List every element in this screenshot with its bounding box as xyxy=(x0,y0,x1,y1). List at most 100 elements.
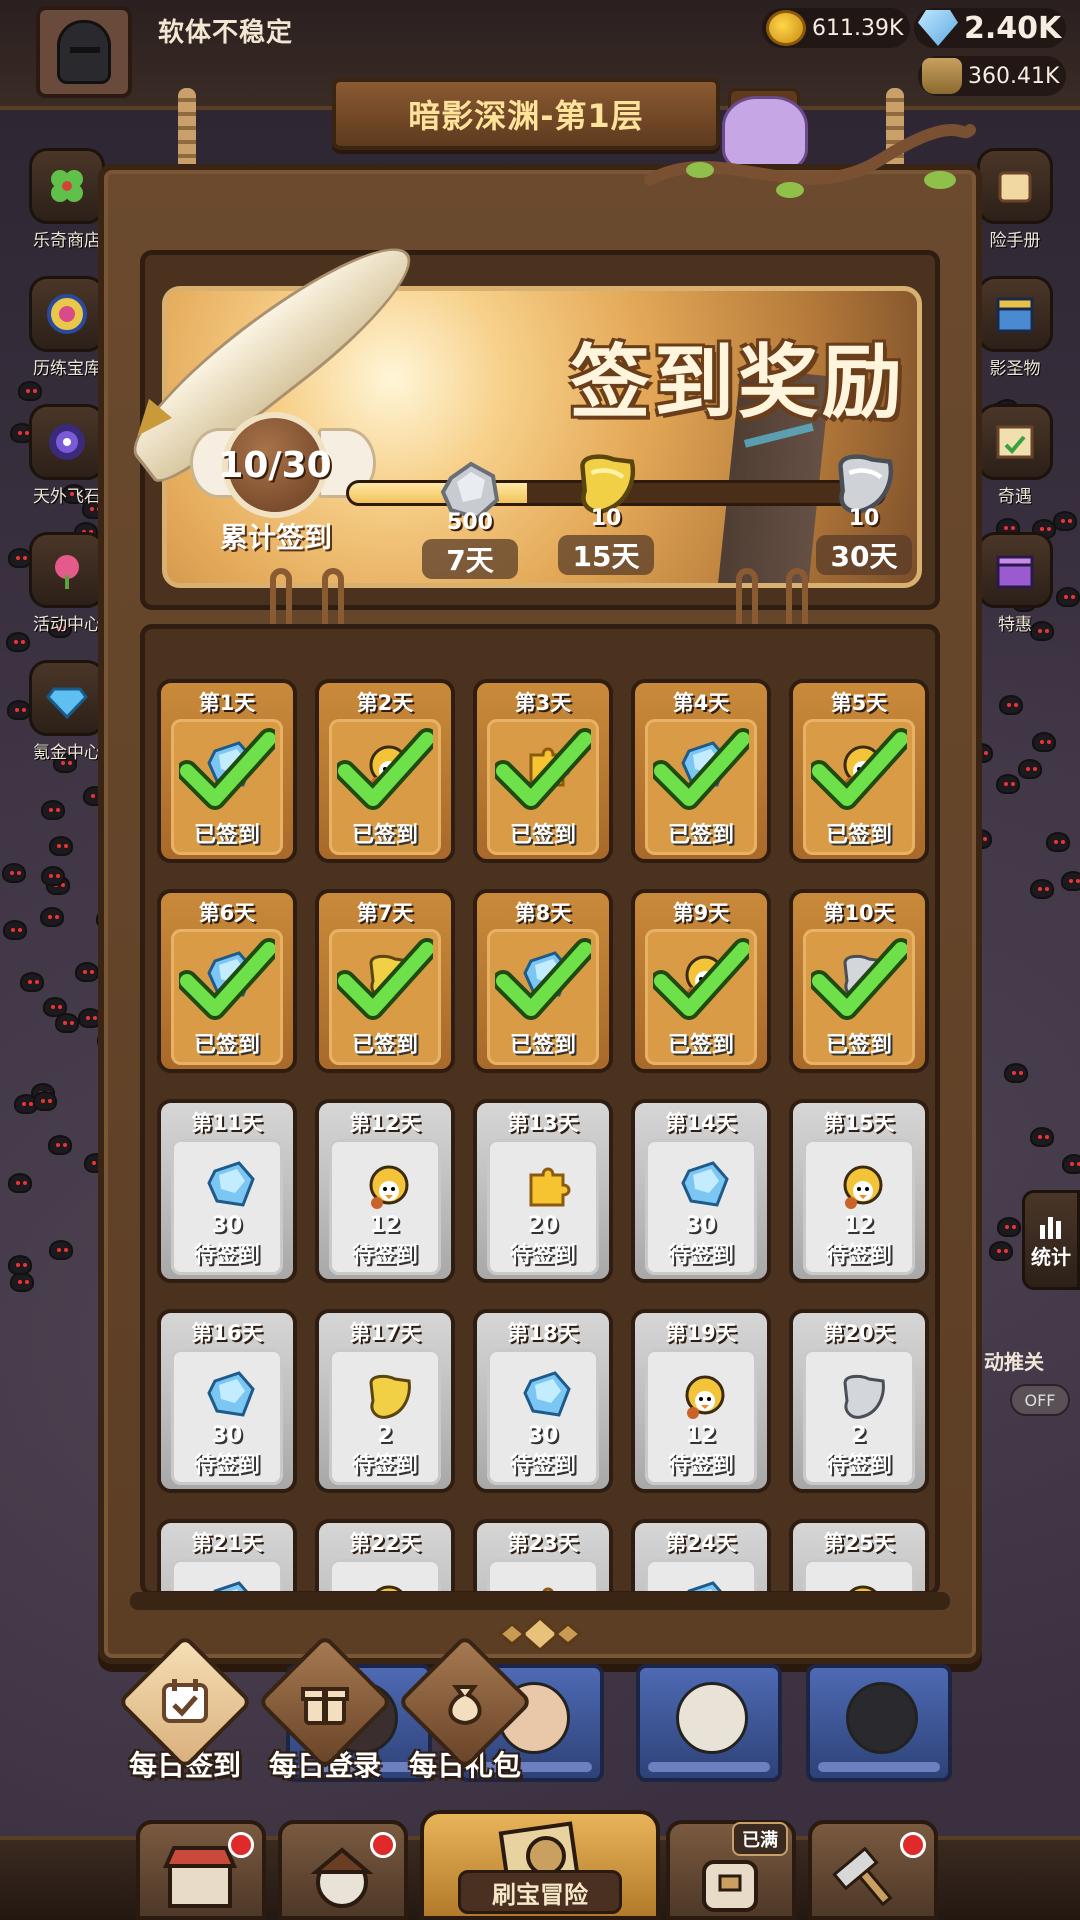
day-label: 第19天 xyxy=(665,1321,737,1345)
side-button-label: 影圣物 xyxy=(989,359,1041,379)
nav-shop-button[interactable] xyxy=(136,1820,266,1920)
side-button-gift-box[interactable]: 特惠 xyxy=(972,532,1058,635)
day-label: 第12天 xyxy=(349,1111,421,1135)
day-cell[interactable]: 第20天 2 待签到 xyxy=(789,1309,929,1493)
reward-slot: 12 待签到 xyxy=(329,1139,441,1275)
enemy-sprite xyxy=(998,695,1023,716)
day-cell[interactable]: 第3天 已签到 xyxy=(473,679,613,863)
day-cell[interactable]: 第11天 30 待签到 xyxy=(157,1099,297,1283)
player-name: 软体不稳定 xyxy=(158,18,294,48)
milestone-day: 7天 xyxy=(422,539,518,579)
day-cell[interactable]: 第4天 已签到 xyxy=(631,679,771,863)
day-cell[interactable]: 第2天 已签到 xyxy=(315,679,455,863)
day-cell[interactable]: 第22天 xyxy=(315,1519,455,1591)
diamond-ornament xyxy=(497,1616,583,1652)
reward-amount: 2 xyxy=(377,1423,393,1448)
coin-value: 611.39K xyxy=(812,15,904,41)
player-avatar[interactable] xyxy=(36,6,132,98)
enemy-sprite xyxy=(1046,832,1071,852)
side-button-map[interactable]: 奇遇 xyxy=(972,404,1058,507)
gem-counter[interactable]: 2.40K xyxy=(914,8,1066,48)
milestone-30[interactable]: 10 30天 xyxy=(816,446,912,575)
side-button-label: 活动中心 xyxy=(33,615,101,635)
enemy-sprite xyxy=(48,1240,73,1261)
day-status: 已签到 xyxy=(193,1033,260,1058)
enemy-sprite xyxy=(74,962,99,983)
side-button-chest[interactable]: 影圣物 xyxy=(972,276,1058,379)
puzzle-icon xyxy=(519,1157,575,1213)
hero-card[interactable] xyxy=(806,1664,952,1782)
day-cell[interactable]: 第12天 12 待签到 xyxy=(315,1099,455,1283)
nav-forge-button[interactable] xyxy=(808,1820,938,1920)
reward-slot: 30 待签到 xyxy=(487,1349,599,1485)
day-status: 待签到 xyxy=(825,1243,892,1268)
milestone-15[interactable]: 10 15天 xyxy=(558,446,654,575)
side-button-label: 险手册 xyxy=(989,231,1041,251)
jar-value: 360.41K xyxy=(968,63,1060,89)
stats-button[interactable]: 统计 xyxy=(1022,1190,1080,1290)
tab-daily-checkin[interactable]: 每日签到 xyxy=(117,1634,253,1784)
day-label: 第8天 xyxy=(514,901,572,925)
jar-counter[interactable]: 360.41K xyxy=(918,56,1066,96)
day-cell[interactable]: 第7天 已签到 xyxy=(315,889,455,1073)
day-cell[interactable]: 第14天 30 待签到 xyxy=(631,1099,771,1283)
reward-slot xyxy=(487,1559,599,1591)
nav-heroes-button[interactable] xyxy=(278,1820,408,1920)
hammer-icon xyxy=(832,1846,893,1907)
notification-dot xyxy=(228,1832,254,1858)
day-cell[interactable]: 第13天 20 待签到 xyxy=(473,1099,613,1283)
day-label: 第6天 xyxy=(198,901,256,925)
shop-icon xyxy=(162,1846,238,1908)
gem-icon xyxy=(29,660,105,736)
day-status: 已签到 xyxy=(667,823,734,848)
day-label: 第24天 xyxy=(665,1531,737,1555)
checkmark-icon xyxy=(650,937,754,1021)
enemy-sprite xyxy=(1004,1063,1029,1083)
milestone-day: 15天 xyxy=(558,535,654,575)
day-cell[interactable]: 第17天 2 待签到 xyxy=(315,1309,455,1493)
day-label: 第18天 xyxy=(507,1321,579,1345)
map-icon xyxy=(977,404,1053,480)
day-cell[interactable]: 第24天 xyxy=(631,1519,771,1591)
day-cell[interactable]: 第18天 30 待签到 xyxy=(473,1309,613,1493)
milestone-7[interactable]: 500 7天 xyxy=(422,458,518,579)
day-cell[interactable]: 第6天已签到 xyxy=(157,889,297,1073)
day-label: 第9天 xyxy=(672,901,730,925)
coin-counter[interactable]: 611.39K xyxy=(762,8,910,48)
side-button-scroll[interactable]: 险手册 xyxy=(972,148,1058,251)
day-cell[interactable]: 第10天 已签到 xyxy=(789,889,929,1073)
checkmark-icon xyxy=(650,727,754,811)
reward-slot: 2 待签到 xyxy=(329,1349,441,1485)
day-cell[interactable]: 第9天 已签到 xyxy=(631,889,771,1073)
day-status: 已签到 xyxy=(509,823,576,848)
day-cell[interactable]: 第19天 12 待签到 xyxy=(631,1309,771,1493)
enemy-sprite xyxy=(48,1134,73,1155)
day-cell[interactable]: 第8天 已签到 xyxy=(473,889,613,1073)
day-label: 第7天 xyxy=(356,901,414,925)
day-cell[interactable]: 第23天 xyxy=(473,1519,613,1591)
day-cell[interactable]: 第1天 已签到 xyxy=(157,679,297,863)
day-status: 待签到 xyxy=(351,1243,418,1268)
enemy-sprite xyxy=(3,920,28,941)
day-label: 第15天 xyxy=(823,1111,895,1135)
enemy-sprite xyxy=(1055,586,1080,607)
reward-slot: 20 待签到 xyxy=(487,1139,599,1275)
day-cell[interactable]: 第5天 已签到 xyxy=(789,679,929,863)
day-cell[interactable]: 第15天 12 待签到 xyxy=(789,1099,929,1283)
auto-push-toggle[interactable]: OFF xyxy=(1010,1384,1070,1416)
enemy-sprite xyxy=(1061,1154,1080,1175)
day-status: 已签到 xyxy=(825,1033,892,1058)
day-status: 待签到 xyxy=(667,1243,734,1268)
day-cell[interactable]: 第25天 xyxy=(789,1519,929,1591)
tab-daily-login[interactable]: 每日登录 xyxy=(257,1634,393,1784)
hero-card[interactable] xyxy=(636,1664,782,1782)
tab-daily-pack[interactable]: 每日礼包 xyxy=(397,1634,533,1784)
gem-icon xyxy=(918,10,958,46)
day-label: 第5天 xyxy=(830,691,888,715)
checkmark-icon xyxy=(334,727,438,811)
day-cell[interactable]: 第16天 30 待签到 xyxy=(157,1309,297,1493)
stats-label: 统计 xyxy=(1031,1244,1071,1269)
scroll-icon xyxy=(977,148,1053,224)
day-cell[interactable]: 第21天 xyxy=(157,1519,297,1591)
silver-scroll-icon xyxy=(835,1367,891,1423)
